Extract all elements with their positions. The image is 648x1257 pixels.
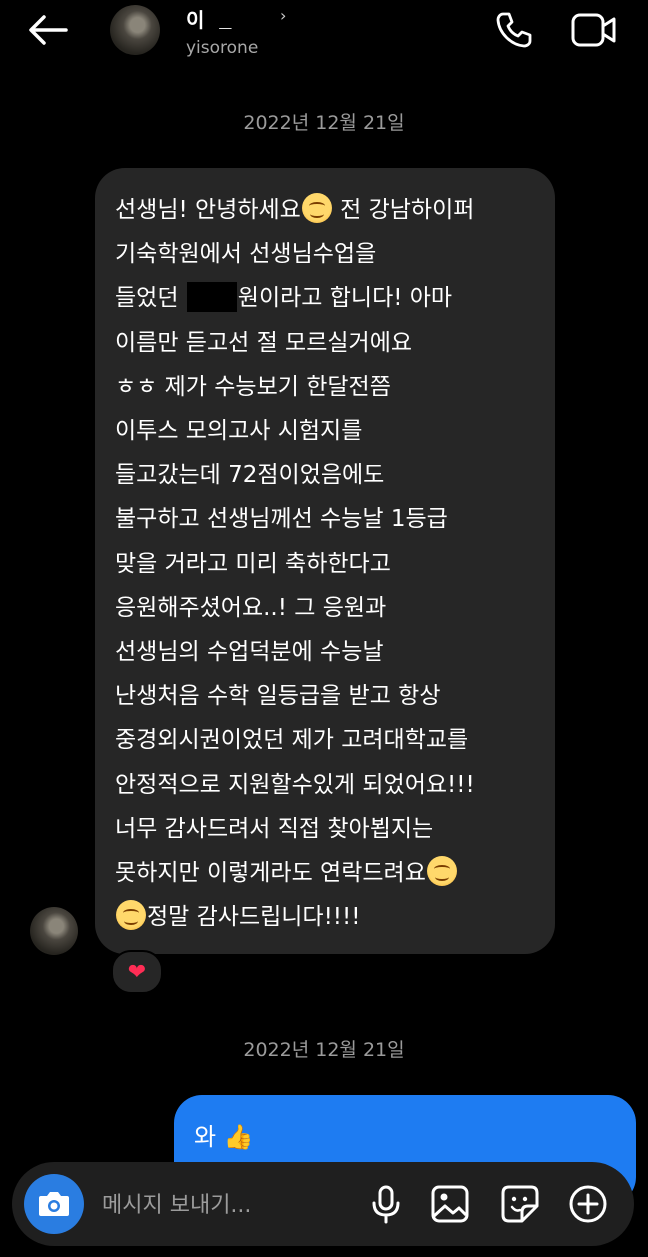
sender-avatar[interactable] [30, 907, 78, 955]
message-line-text: 못하지만 이렇게라도 연락드려요 [115, 860, 426, 887]
heart-icon: ❤ [127, 959, 147, 985]
contact-username[interactable]: yisorone [186, 38, 258, 58]
message-line-text: 전 강남하이퍼 [332, 197, 475, 223]
message-line-text: 들고갔는데 72점이었음에도 [115, 462, 385, 489]
chevron-right-icon[interactable]: › [280, 6, 286, 25]
message-line: 불구하고 선생님께선 수능날 1등급 [115, 497, 545, 541]
date-separator: 2022년 12월 21일 [243, 1039, 405, 1061]
message-line: 선생님! 안녕하세요 전 강남하이퍼 [115, 188, 545, 232]
message-line: 중경외시권이었던 제가 고려대학교를 [115, 718, 545, 762]
smiling-face-emoji-icon [301, 193, 332, 223]
message-line-text: 정말 감사드립니다!!!! [147, 904, 361, 931]
chat-header: 이 님 › yisorone [0, 0, 648, 72]
message-line-text: 난생처음 수학 일등급을 받고 항상 [115, 683, 441, 710]
smiling-face-emoji-icon [426, 856, 457, 887]
message-line: 응원해주셨어요..! 그 응원과 [115, 586, 545, 630]
message-line: 선생님의 수업덕분에 수능날 [115, 630, 545, 674]
message-line-text: 이투스 모의고사 시험지를 [115, 418, 363, 445]
outgoing-message-text: 와 👍 [194, 1123, 254, 1151]
message-line-text: 응원해주셨어요..! 그 응원과 [115, 594, 387, 621]
gallery-icon[interactable] [428, 1182, 472, 1226]
message-line: 이투스 모의고사 시험지를 [115, 409, 545, 453]
message-line: ㅎㅎ 제가 수능보기 한달전쯤 [115, 365, 545, 409]
message-line-text: ㅎㅎ 제가 수능보기 한달전쯤 [115, 373, 391, 400]
camera-icon [39, 1192, 69, 1216]
redacted-name [186, 282, 237, 313]
message-line-text: 선생님의 수업덕분에 수능날 [115, 639, 384, 666]
message-line-text: 기숙학원에서 선생님수업을 [115, 241, 377, 268]
plus-icon[interactable] [566, 1182, 610, 1226]
message-line: 이름만 듣고선 절 모르실거에요 [115, 321, 545, 365]
message-line-text: 이름만 듣고선 절 모르실거에요 [115, 329, 413, 356]
message-text: 선생님! 안녕하세요 전 강남하이퍼기숙학원에서 선생님수업을들었던 원이라고 … [115, 188, 545, 939]
message-line-text: 원이라고 합니다! 아마 [237, 285, 453, 312]
avatar[interactable] [110, 5, 160, 55]
message-line-text: 너무 감사드려서 직접 찾아뵙지는 [115, 815, 434, 842]
message-line-text: 불구하고 선생님께선 수능날 1등급 [115, 506, 448, 533]
message-line: 맞을 거라고 미리 축하한다고 [115, 542, 545, 586]
message-line: 들고갔는데 72점이었음에도 [115, 453, 545, 497]
message-line: 못하지만 이렇게라도 연락드려요 [115, 851, 545, 895]
mic-icon[interactable] [364, 1182, 408, 1226]
date-separator: 2022년 12월 21일 [243, 112, 405, 134]
back-arrow-icon[interactable] [26, 12, 70, 48]
heart-reaction[interactable]: ❤ [111, 950, 163, 994]
message-composer [12, 1162, 634, 1246]
phone-icon[interactable] [494, 10, 534, 50]
message-line: 정말 감사드립니다!!!! [115, 895, 545, 939]
video-icon[interactable] [570, 10, 618, 50]
message-line: 기숙학원에서 선생님수업을 [115, 232, 545, 276]
message-line-text: 들었던 [115, 285, 186, 312]
smiling-face-emoji-icon [116, 900, 146, 931]
incoming-message-bubble[interactable]: 선생님! 안녕하세요 전 강남하이퍼기숙학원에서 선생님수업을들었던 원이라고 … [95, 168, 555, 954]
message-line-text: 안정적으로 지원할수있게 되었어요!!! [115, 771, 475, 798]
message-line-text: 선생님! 안녕하세요 [115, 197, 301, 223]
message-line: 난생처음 수학 일등급을 받고 항상 [115, 674, 545, 718]
sticker-icon[interactable] [498, 1182, 542, 1226]
camera-button[interactable] [24, 1174, 84, 1234]
message-line: 들었던 원이라고 합니다! 아마 [115, 276, 545, 320]
message-line-text: 맞을 거라고 미리 축하한다고 [115, 550, 391, 577]
message-line-text: 중경외시권이었던 제가 고려대학교를 [115, 727, 469, 754]
message-line: 안정적으로 지원할수있게 되었어요!!! [115, 763, 545, 807]
name-redaction [206, 6, 246, 28]
message-line: 너무 감사드려서 직접 찾아뵙지는 [115, 807, 545, 851]
message-input[interactable] [100, 1182, 354, 1228]
